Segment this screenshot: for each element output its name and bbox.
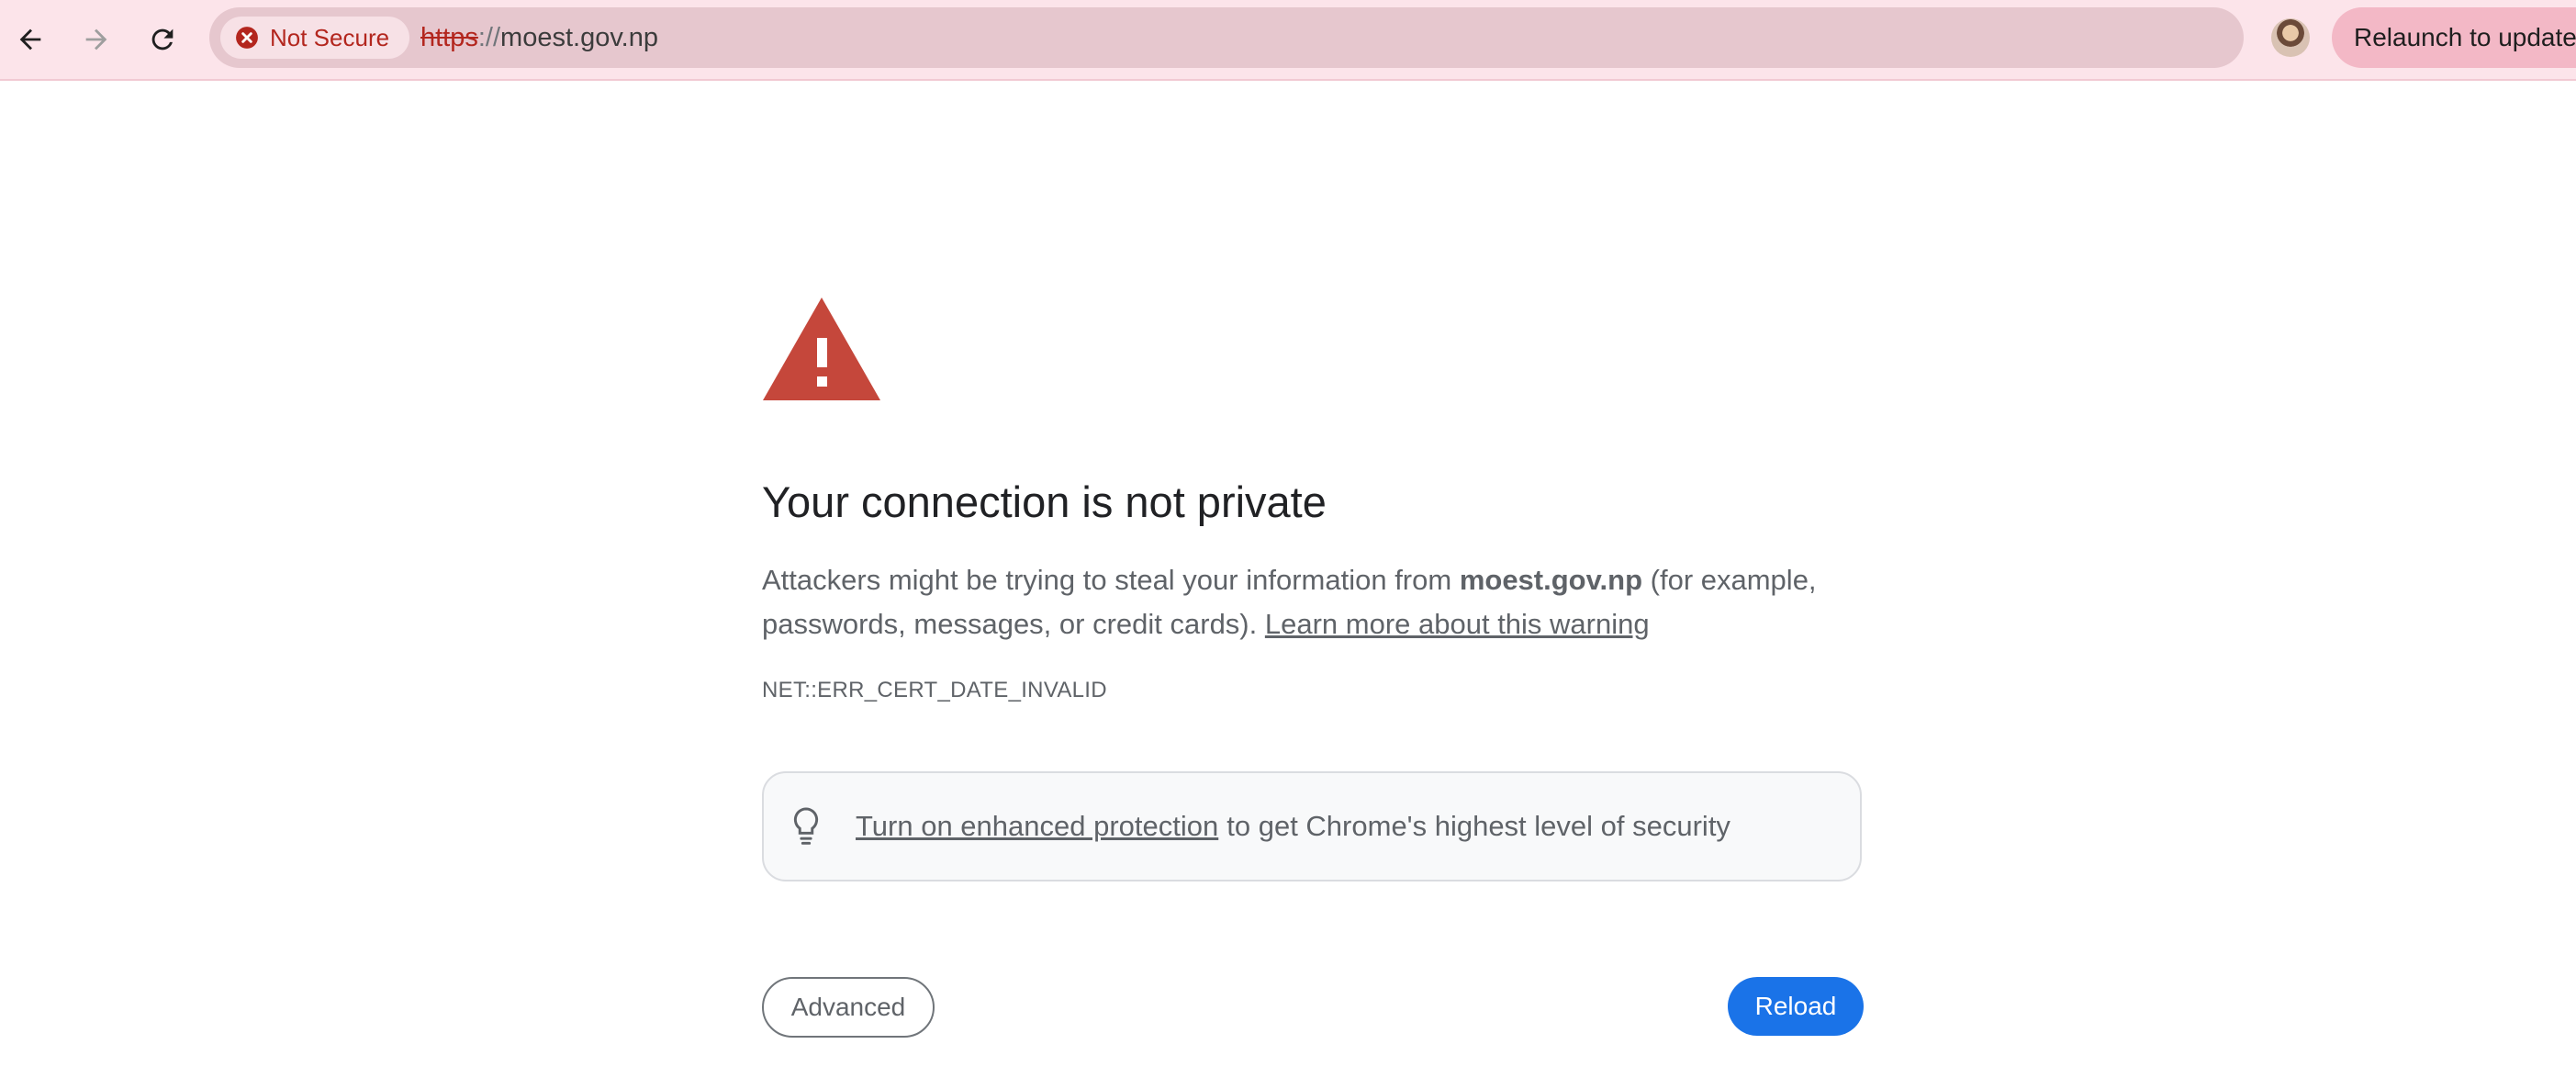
error-code: NET::ERR_CERT_DATE_INVALID bbox=[762, 678, 1107, 702]
advanced-button[interactable]: Advanced bbox=[762, 977, 935, 1038]
security-chip[interactable]: Not Secure bbox=[220, 17, 410, 59]
url-host: moest.gov.np bbox=[500, 22, 658, 52]
description-prefix: Attackers might be trying to steal your … bbox=[762, 564, 1460, 596]
security-chip-label: Not Secure bbox=[270, 23, 390, 51]
reload-icon bbox=[151, 28, 174, 51]
url-text[interactable]: https://moest.gov.np bbox=[420, 7, 658, 68]
browser-toolbar: Not Secure https://moest.gov.np Relaunch… bbox=[0, 0, 2576, 81]
profile-avatar[interactable] bbox=[2271, 18, 2310, 57]
learn-more-link[interactable]: Learn more about this warning bbox=[1265, 608, 1650, 640]
enhanced-protection-box: Turn on enhanced protection to get Chrom… bbox=[762, 771, 1862, 881]
address-bar[interactable]: Not Secure https://moest.gov.np bbox=[209, 7, 2419, 68]
forward-button[interactable] bbox=[73, 17, 119, 62]
url-scheme: https bbox=[420, 22, 478, 52]
arrow-right-icon bbox=[85, 28, 107, 51]
warning-triangle-icon bbox=[763, 298, 880, 400]
enhanced-protection-link[interactable]: Turn on enhanced protection bbox=[856, 810, 1218, 843]
arrow-left-icon bbox=[19, 28, 41, 51]
url-separator: :// bbox=[477, 22, 501, 52]
error-circle-icon bbox=[236, 27, 258, 49]
reload-button[interactable]: Reload bbox=[1728, 977, 1864, 1036]
lightbulb-icon bbox=[793, 807, 819, 845]
enhanced-protection-text: Turn on enhanced protection to get Chrom… bbox=[856, 773, 1730, 880]
description-domain: moest.gov.np bbox=[1459, 564, 1643, 596]
page-title: Your connection is not private bbox=[762, 477, 1327, 526]
warning-description: Attackers might be trying to steal your … bbox=[762, 558, 1864, 646]
relaunch-button[interactable]: Relaunch to update bbox=[2332, 7, 2576, 68]
back-button[interactable] bbox=[7, 17, 53, 62]
reload-page-button[interactable] bbox=[140, 17, 185, 62]
enhanced-protection-suffix: to get Chrome's highest level of securit… bbox=[1226, 810, 1730, 842]
